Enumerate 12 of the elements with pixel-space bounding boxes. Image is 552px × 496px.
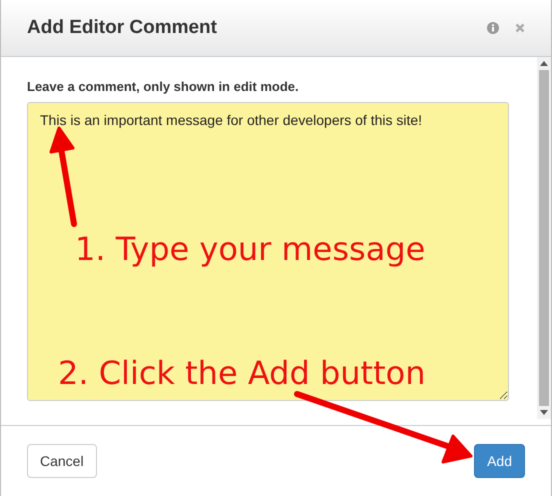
scroll-up-icon[interactable] [540,60,548,66]
scrollbar[interactable] [537,57,551,419]
add-button[interactable]: Add [474,444,525,478]
info-icon[interactable] [487,22,499,34]
scroll-down-icon[interactable] [540,410,548,416]
field-label: Leave a comment, only shown in edit mode. [27,79,300,94]
cancel-button[interactable]: Cancel [27,444,97,478]
scroll-thumb[interactable] [539,70,549,406]
annotation-text: 2. Click the Add button [58,354,426,392]
dialog-title: Add Editor Comment [27,17,217,39]
annotation-text: 1. Type your message [75,230,426,268]
close-icon[interactable] [515,23,525,33]
